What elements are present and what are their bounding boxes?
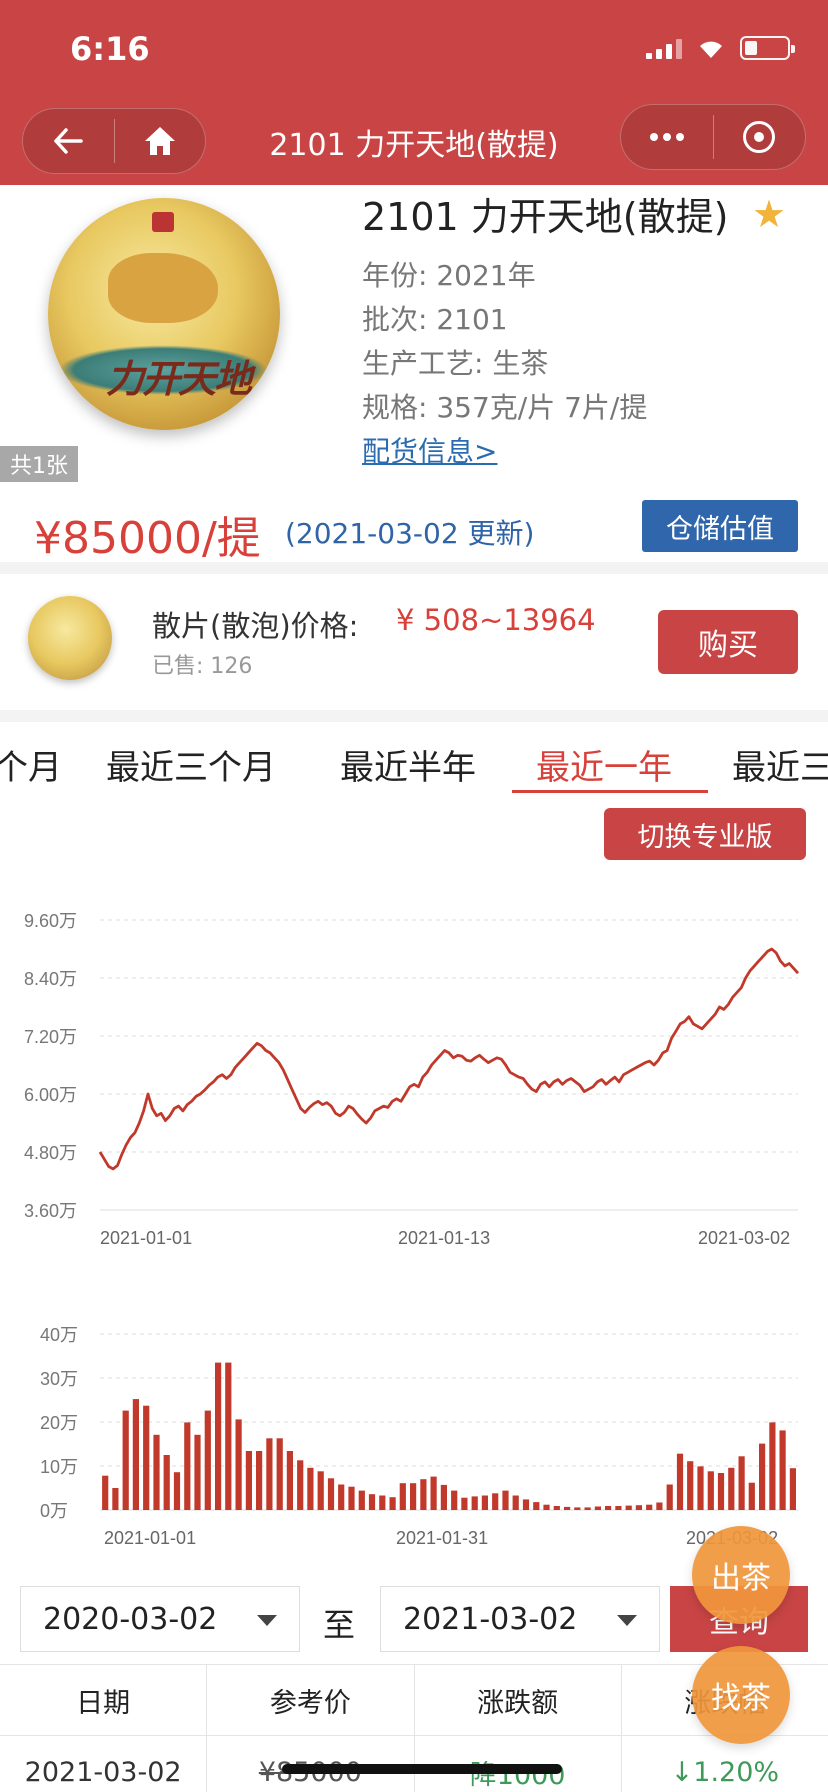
volume-bar — [594, 1506, 601, 1510]
volume-bar — [338, 1484, 345, 1510]
volume-bar — [286, 1451, 293, 1510]
volume-bar — [697, 1466, 704, 1510]
volume-bar — [574, 1507, 581, 1510]
volume-bar — [625, 1505, 632, 1510]
volume-bar — [717, 1473, 725, 1510]
volume-bar — [666, 1484, 673, 1510]
volume-bar — [173, 1472, 181, 1510]
volume-bar — [451, 1490, 458, 1510]
volume-bar — [687, 1461, 694, 1510]
volume-bar — [656, 1502, 663, 1510]
row-date: 2021-03-02 — [0, 1736, 208, 1792]
volume-bar — [471, 1496, 478, 1510]
volume-bar — [317, 1471, 324, 1510]
volume-bar — [143, 1405, 150, 1510]
volume-bar — [461, 1497, 468, 1510]
y-tick-label: 20万 — [40, 1413, 78, 1433]
volume-bar — [410, 1483, 417, 1510]
volume-bar — [112, 1488, 119, 1510]
volume-bar — [492, 1493, 499, 1510]
volume-bar — [327, 1478, 335, 1510]
sell-tea-floating-button[interactable]: 出茶 — [692, 1526, 790, 1624]
volume-bar — [615, 1506, 622, 1510]
x-tick-label: 2021-01-01 — [104, 1528, 196, 1548]
volume-bar — [348, 1486, 355, 1510]
volume-bar — [163, 1455, 170, 1510]
end-date-select[interactable]: 2021-03-02 — [380, 1586, 660, 1652]
start-date-select[interactable]: 2020-03-02 — [20, 1586, 300, 1652]
row-change-pct: ↓1.20% — [670, 1756, 780, 1788]
volume-bar — [502, 1490, 509, 1510]
volume-bar — [728, 1467, 735, 1510]
home-indicator — [282, 1764, 562, 1774]
volume-bar — [307, 1467, 314, 1510]
volume-bar — [430, 1476, 437, 1510]
volume-bar — [440, 1484, 447, 1510]
volume-bar — [266, 1438, 273, 1510]
volume-bar — [399, 1483, 406, 1510]
to-label: 至 — [323, 1606, 356, 1644]
y-tick-label: 0万 — [40, 1501, 68, 1521]
volume-bar — [779, 1430, 786, 1510]
start-date-value: 2020-03-02 — [43, 1601, 218, 1637]
volume-bar — [122, 1410, 129, 1510]
volume-bar-chart: 40万30万20万10万0万2021-01-012021-01-312021-0… — [40, 1325, 798, 1548]
volume-bar — [553, 1506, 560, 1510]
volume-bar — [748, 1482, 755, 1510]
volume-bar — [635, 1505, 642, 1510]
volume-bar — [276, 1438, 283, 1510]
header-change: 涨跌额 — [415, 1665, 622, 1735]
end-date-value: 2021-03-02 — [403, 1601, 578, 1637]
volume-bar — [564, 1506, 571, 1510]
volume-bar — [584, 1507, 591, 1510]
volume-bar — [102, 1475, 109, 1510]
volume-bar — [420, 1479, 427, 1510]
volume-bar — [368, 1494, 376, 1510]
volume-bar — [605, 1506, 612, 1510]
volume-bar — [379, 1495, 386, 1510]
find-tea-floating-button[interactable]: 找茶 — [692, 1646, 790, 1744]
header-date: 日期 — [0, 1665, 208, 1735]
header-ref-price: 参考价 — [207, 1665, 415, 1735]
volume-bar — [204, 1410, 211, 1510]
y-tick-label: 40万 — [40, 1325, 78, 1345]
volume-bar — [738, 1456, 745, 1510]
volume-bar — [153, 1434, 160, 1510]
volume-bar — [512, 1495, 519, 1510]
y-tick-label: 10万 — [40, 1457, 78, 1477]
volume-bar — [676, 1453, 684, 1510]
volume-bar — [132, 1399, 139, 1510]
volume-bar — [194, 1434, 201, 1510]
page: 6:16 2101 力开天地(散提) 力开天地 共1张 2101 力开天地(散提… — [0, 0, 828, 1792]
volume-bar — [769, 1422, 776, 1510]
volume-bar — [225, 1362, 232, 1510]
volume-bar — [297, 1460, 304, 1510]
y-tick-label: 30万 — [40, 1369, 78, 1389]
volume-bar — [389, 1497, 396, 1510]
volume-bar — [215, 1362, 222, 1510]
volume-bar — [358, 1490, 365, 1510]
volume-bar — [789, 1468, 796, 1510]
volume-bar — [184, 1422, 191, 1510]
volume-bar — [235, 1419, 242, 1510]
dropdown-caret-icon — [257, 1615, 277, 1626]
x-tick-label: 2021-01-31 — [396, 1528, 488, 1548]
volume-bar — [245, 1451, 252, 1510]
volume-bar — [646, 1504, 653, 1510]
volume-bar — [481, 1495, 488, 1510]
volume-bar — [533, 1502, 540, 1510]
volume-bar — [759, 1443, 766, 1510]
dropdown-caret-icon — [617, 1615, 637, 1626]
volume-bar — [256, 1451, 263, 1510]
volume-bar — [707, 1471, 714, 1510]
volume-bar — [543, 1504, 550, 1510]
volume-bar — [522, 1499, 530, 1510]
